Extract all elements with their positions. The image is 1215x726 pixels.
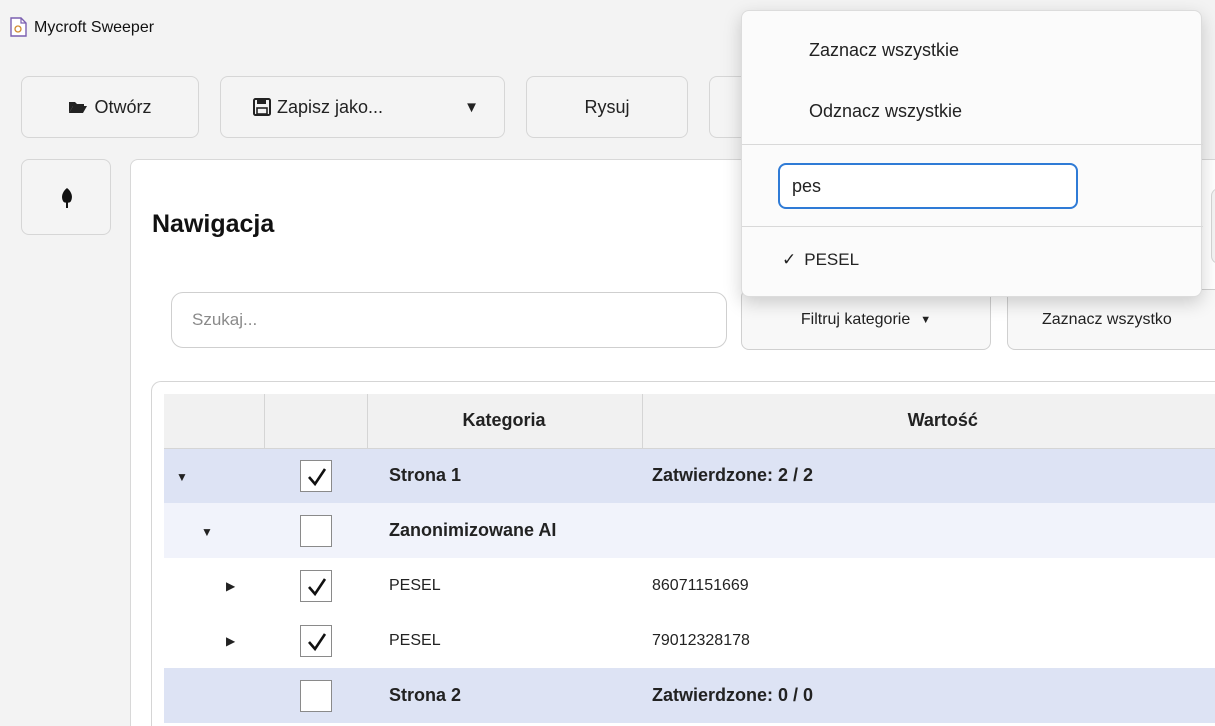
open-button-label: Otwórz: [94, 96, 152, 117]
open-button[interactable]: Otwórz: [21, 76, 199, 138]
draw-button[interactable]: Rysuj: [526, 76, 688, 138]
row-checkbox[interactable]: [299, 514, 332, 547]
row-wartosc: [642, 503, 1215, 558]
checkmark-icon: [307, 577, 326, 596]
collapse-arrow-icon[interactable]: ▶: [226, 579, 235, 593]
select-all-label: Zaznacz wszystko: [1042, 310, 1172, 328]
table-row[interactable]: ▶ PESEL 79012328178: [164, 613, 1215, 668]
row-checkbox[interactable]: [299, 459, 332, 492]
deselect-all-menu-item[interactable]: Odznacz wszystkie: [809, 101, 962, 122]
checkmark-icon: [307, 632, 326, 651]
checkmark-icon: [307, 468, 326, 486]
row-kategoria: Strona 2: [367, 668, 642, 723]
category-option-pesel[interactable]: ✓ PESEL: [782, 250, 859, 270]
column-header-checkbox[interactable]: [263, 394, 368, 449]
category-filter-input[interactable]: [778, 163, 1078, 209]
collapse-arrow-icon[interactable]: ▶: [226, 634, 235, 648]
draw-button-label: Rysuj: [584, 96, 630, 117]
menu-divider: [742, 144, 1203, 145]
row-kategoria: PESEL: [367, 613, 642, 668]
menu-divider: [742, 226, 1203, 227]
tree-icon: [62, 188, 72, 208]
row-wartosc: 79012328178: [642, 613, 1215, 668]
chevron-down-icon[interactable]: ▼: [464, 99, 479, 116]
select-all-menu-item[interactable]: Zaznacz wszystkie: [809, 40, 959, 61]
row-checkbox[interactable]: [299, 679, 332, 712]
document-icon: [10, 17, 27, 37]
filter-categories-button[interactable]: Filtruj kategorie ▼: [741, 289, 991, 350]
folder-open-icon: [69, 102, 88, 113]
table-header: Kategoria Wartość: [164, 394, 1215, 449]
row-wartosc: Zatwierdzone: 2 / 2: [642, 448, 1215, 503]
category-option-label: PESEL: [804, 250, 860, 269]
expand-arrow-icon[interactable]: ▼: [176, 470, 188, 484]
row-checkbox[interactable]: [299, 569, 332, 602]
table-row[interactable]: ▶ PESEL 86071151669: [164, 558, 1215, 613]
chevron-down-icon: ▼: [920, 313, 932, 326]
app-window: Mycroft Sweeper Otwórz Zapisz jako... ▼ …: [0, 0, 1215, 726]
window-title: Mycroft Sweeper: [34, 19, 155, 36]
column-header-wartosc[interactable]: Wartość: [641, 394, 1215, 449]
panel-side-button[interactable]: [1211, 188, 1215, 264]
expand-arrow-icon[interactable]: ▼: [201, 525, 213, 539]
row-kategoria: Zanonimizowane AI: [367, 503, 642, 558]
filter-categories-label: Filtruj kategorie: [800, 310, 911, 328]
table-row[interactable]: Strona 2 Zatwierdzone: 0 / 0: [164, 668, 1215, 723]
save-as-button[interactable]: Zapisz jako... ▼: [220, 76, 505, 138]
row-kategoria: PESEL: [367, 558, 642, 613]
column-header-expand[interactable]: [164, 394, 265, 449]
row-checkbox[interactable]: [299, 624, 332, 657]
row-kategoria: Strona 1: [367, 448, 642, 503]
row-wartosc: Zatwierdzone: 0 / 0: [642, 668, 1215, 723]
navigation-tree-button[interactable]: [21, 159, 111, 235]
table-row[interactable]: ▼ Strona 1 Zatwierdzone: 2 / 2: [164, 448, 1215, 503]
results-table: Kategoria Wartość ▼ Strona 1 Zatwierdzon…: [151, 381, 1215, 726]
select-all-button[interactable]: Zaznacz wszystko: [1007, 289, 1215, 350]
row-wartosc: 86071151669: [642, 558, 1215, 613]
save-as-button-label: Zapisz jako...: [277, 96, 384, 117]
checkmark-icon: ✓: [782, 250, 797, 269]
column-header-kategoria[interactable]: Kategoria: [366, 394, 643, 449]
table-row[interactable]: ▼ Zanonimizowane AI: [164, 503, 1215, 558]
panel-title: Nawigacja: [152, 210, 275, 238]
floppy-disk-icon: [253, 98, 271, 116]
category-filter-dropdown: Zaznacz wszystkie Odznacz wszystkie ✓ PES…: [741, 10, 1203, 297]
search-input[interactable]: [171, 292, 727, 348]
